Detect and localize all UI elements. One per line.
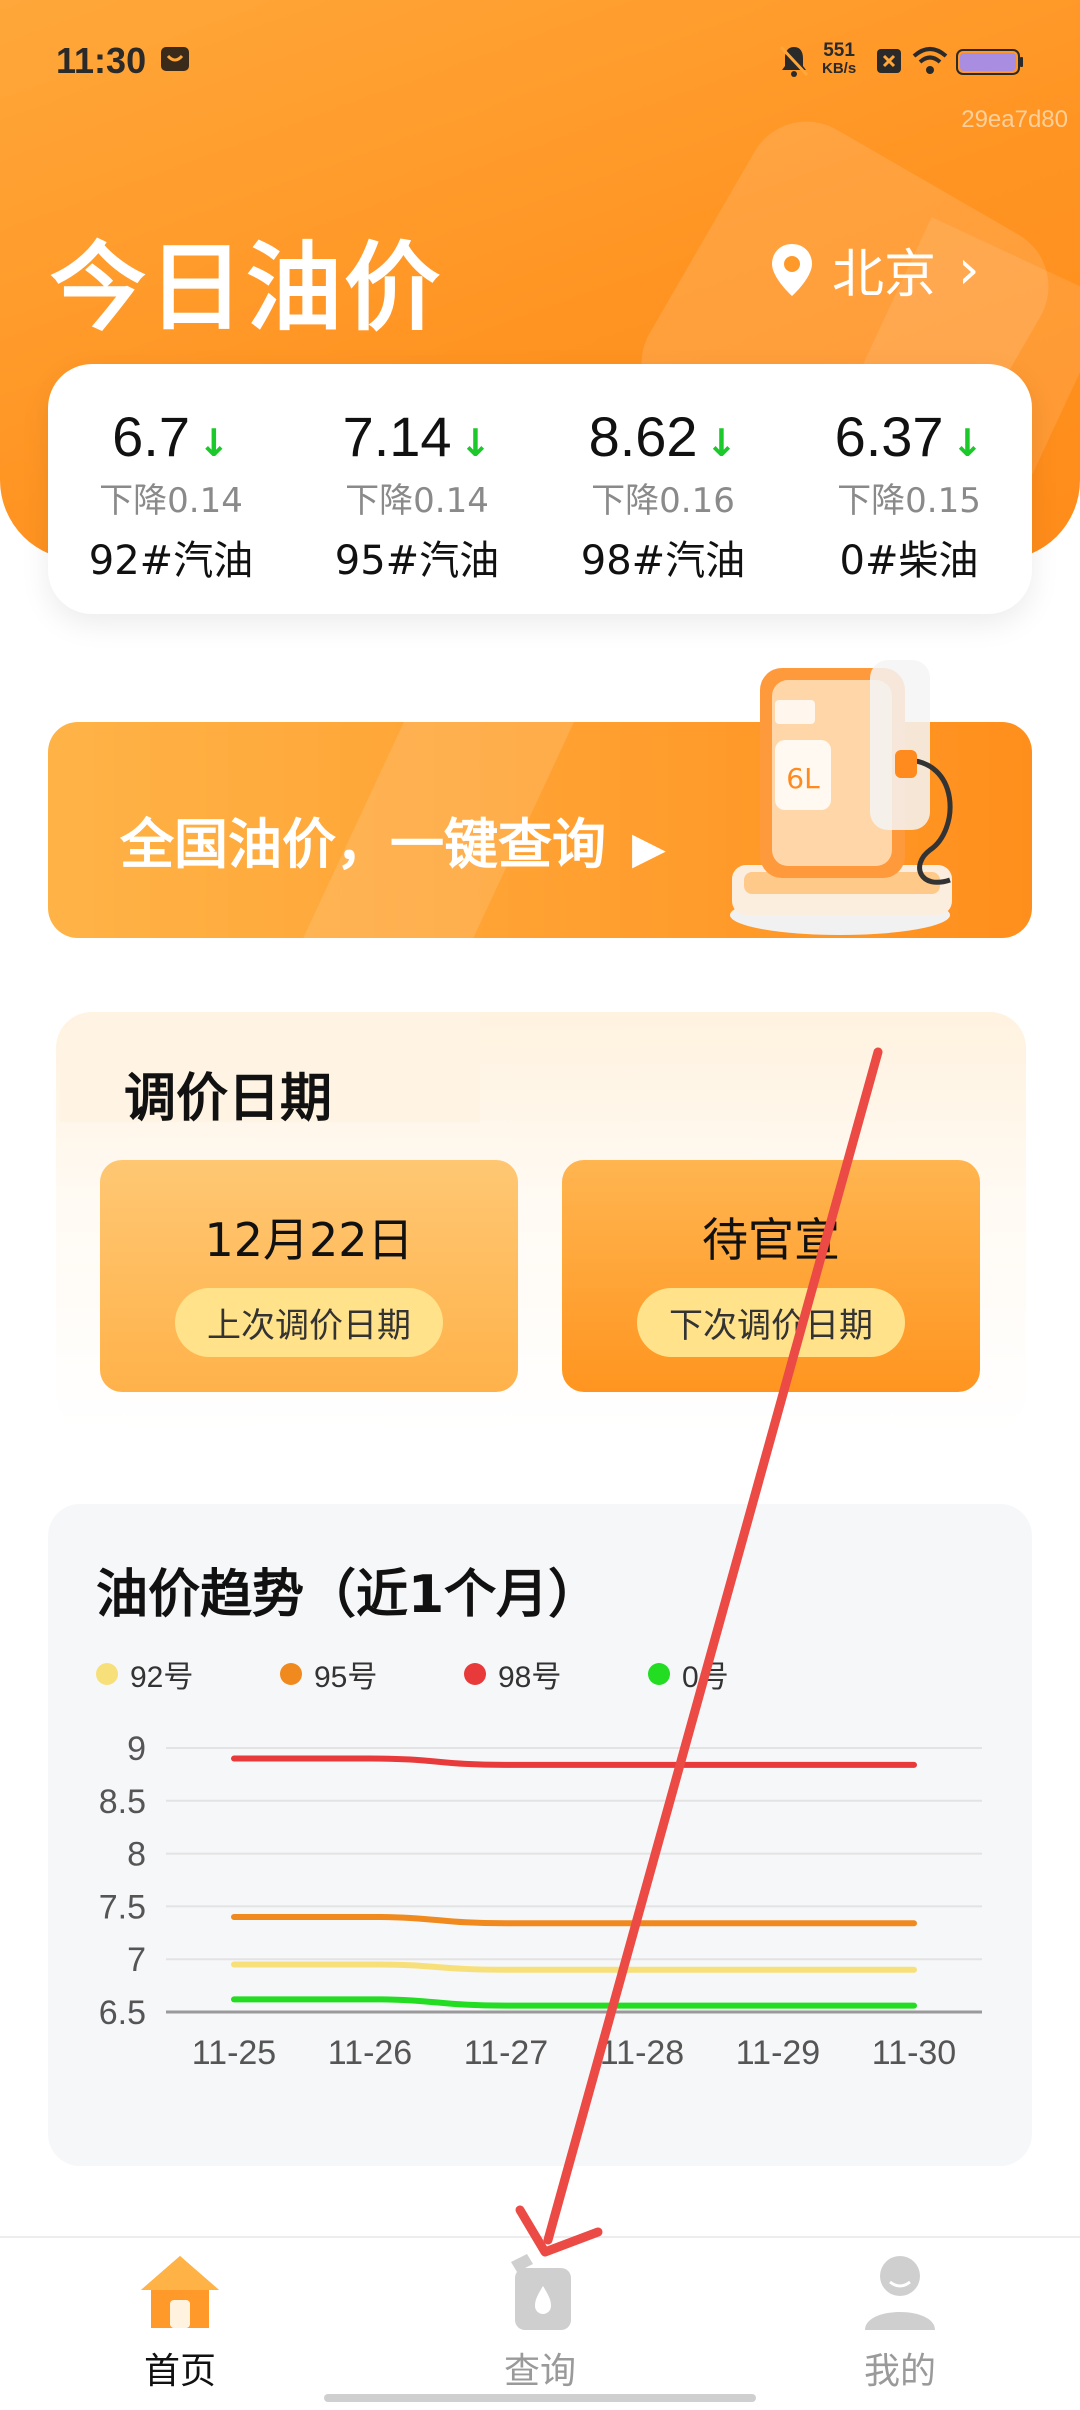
price-change: 下降0.14 <box>345 481 489 521</box>
battery-icon <box>956 49 1023 75</box>
series-line-1 <box>231 1961 917 1973</box>
legend-item: 98号 <box>464 1652 648 1696</box>
location-city: 北京 <box>832 245 937 305</box>
status-time: 11:30 <box>56 40 147 81</box>
price-summary-card: 6.7 ↓ 下降0.14 92#汽油 7.14 ↓ 下降0.14 95#汽油 8.6… <box>48 364 1032 614</box>
x-tick-label: 11-28 <box>600 2034 684 2072</box>
home-indicator <box>324 2394 756 2402</box>
notification-app-icon <box>161 47 189 71</box>
price-value: 8.62 <box>588 405 698 468</box>
net-speed: 551 KB/s <box>822 40 857 78</box>
play-triangle-icon: ▶ <box>632 823 666 874</box>
user-icon <box>865 2256 935 2330</box>
location-selector[interactable]: 北京 › <box>770 232 980 307</box>
price-change: 下降0.16 <box>591 481 735 521</box>
tab-mine-label: 我的 <box>863 2351 936 2392</box>
legend-label: 95号 <box>314 1661 378 1694</box>
fuel-can-icon <box>511 2254 571 2330</box>
sim-blocked-icon <box>877 49 901 73</box>
arrow-down-icon: ↓ <box>459 421 492 465</box>
fuel-name: 0#柴油 <box>839 538 979 584</box>
series-line-4 <box>231 1996 917 2009</box>
price-item[interactable]: 6.37 ↓ 下降0.15 0#柴油 <box>786 404 1032 586</box>
chevron-right-icon: › <box>958 238 980 301</box>
legend-label: 98号 <box>498 1661 562 1694</box>
tab-mine[interactable]: 我的 <box>800 2252 1000 2394</box>
tab-home[interactable]: 首页 <box>80 2252 280 2394</box>
wifi-icon <box>912 47 948 74</box>
legend-label: 0号 <box>682 1661 729 1694</box>
price-change: 下降0.15 <box>837 481 981 521</box>
tab-query[interactable]: 查询 <box>440 2252 640 2394</box>
fuel-name: 98#汽油 <box>580 538 746 584</box>
fuel-name: 95#汽油 <box>334 538 500 584</box>
next-adjust-date: 待官宣 <box>702 1213 840 1267</box>
trend-line-chart: 9 8.5 8 7.5 7 6.5 11-25 11-26 11-27 11-28 11-29 11-… <box>99 1730 982 2072</box>
x-tick-label: 11-26 <box>328 2034 412 2072</box>
price-change: 下降0.14 <box>99 481 243 521</box>
watermark-text: 29ea7d80 <box>961 106 1068 133</box>
bottom-tab-bar: 首页 查询 我的 <box>0 2236 1080 2410</box>
adjust-date-title: 调价日期 <box>124 1069 333 1129</box>
home-icon <box>141 2256 219 2328</box>
x-tick-label: 11-30 <box>872 2034 956 2072</box>
x-tick-label: 11-29 <box>736 2034 820 2072</box>
series-line-2 <box>231 1913 917 1927</box>
trend-title: 油价趋势（近1个月） <box>96 1565 601 1625</box>
last-adjust-box: 12月22日 上次调价日期 <box>100 1160 518 1392</box>
net-speed-unit: KB/s <box>822 60 857 77</box>
x-tick-label: 11-25 <box>192 2034 276 2072</box>
legend-dot <box>464 1663 486 1685</box>
banner-text: 全国油价，一键查询 <box>120 813 606 876</box>
y-tick-label: 8.5 <box>99 1783 146 1821</box>
price-item[interactable]: 7.14 ↓ 下降0.14 95#汽油 <box>294 404 540 586</box>
legend-item: 92号 <box>96 1652 280 1696</box>
tab-query-label: 查询 <box>503 2351 576 2392</box>
next-adjust-label: 下次调价日期 <box>637 1288 905 1357</box>
legend-item: 95号 <box>280 1652 464 1696</box>
chart-legend: 92号 95号 98号 0号 <box>96 1652 832 1696</box>
legend-item: 0号 <box>648 1652 832 1696</box>
price-value: 6.37 <box>834 405 944 468</box>
arrow-down-icon: ↓ <box>198 421 230 465</box>
last-adjust-date: 12月22日 <box>204 1213 414 1267</box>
legend-label: 92号 <box>130 1661 194 1694</box>
series-line-3 <box>231 1755 917 1768</box>
y-tick-label: 8 <box>127 1836 146 1874</box>
last-adjust-label: 上次调价日期 <box>175 1288 443 1357</box>
x-tick-label: 11-27 <box>464 2034 548 2072</box>
arrow-down-icon: ↓ <box>705 421 738 465</box>
tab-home-label: 首页 <box>143 2351 216 2392</box>
banner-label: 全国油价，一键查询 ▶ <box>120 800 666 879</box>
fuel-pump-illustration: 6L <box>730 660 953 935</box>
y-tick-label: 6.5 <box>99 1994 146 2032</box>
price-item[interactable]: 6.7 ↓ 下降0.14 92#汽油 <box>48 404 294 586</box>
mute-bell-icon <box>779 45 809 77</box>
location-pin-icon <box>772 243 812 296</box>
next-adjust-box: 待官宣 下次调价日期 <box>562 1160 980 1392</box>
fuel-name: 92#汽油 <box>88 538 254 584</box>
arrow-down-icon: ↓ <box>951 421 984 465</box>
price-value: 6.7 <box>112 405 190 468</box>
legend-dot <box>280 1663 302 1685</box>
legend-dot <box>648 1663 670 1685</box>
net-speed-value: 551 <box>823 40 855 61</box>
pump-label: 6L <box>786 762 820 795</box>
page-title: 今日油价 <box>50 232 442 344</box>
status-bar: 11:30 551 KB/s <box>0 0 1080 120</box>
price-item[interactable]: 8.62 ↓ 下降0.16 98#汽油 <box>540 404 786 586</box>
y-tick-label: 9 <box>127 1730 146 1768</box>
y-tick-label: 7.5 <box>99 1888 146 1926</box>
price-value: 7.14 <box>342 405 452 468</box>
y-tick-label: 7 <box>127 1941 146 1979</box>
legend-dot <box>96 1663 118 1685</box>
